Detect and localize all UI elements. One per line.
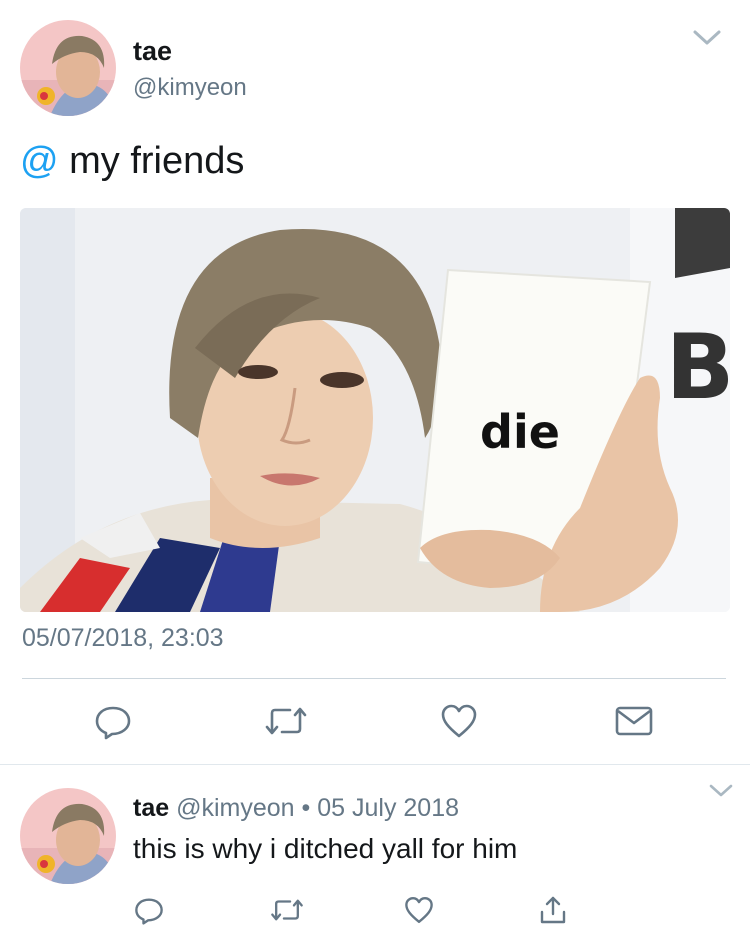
author-name[interactable]: tae: [133, 36, 172, 67]
like-icon[interactable]: [440, 702, 478, 740]
reply-header: tae @kimyeon • 05 July 2018: [133, 794, 459, 823]
media-caption: die: [480, 405, 560, 459]
author-avatar[interactable]: [20, 20, 116, 116]
divider: [0, 764, 750, 765]
reply-icon[interactable]: [94, 702, 132, 740]
reply-author-name[interactable]: tae: [133, 794, 169, 822]
mention-link[interactable]: @: [20, 140, 59, 182]
share-icon[interactable]: [538, 895, 568, 925]
divider: [22, 678, 726, 679]
author-handle[interactable]: @kimyeon: [133, 74, 247, 102]
reply-author-avatar[interactable]: [20, 788, 116, 884]
media-logo: B: [666, 315, 730, 420]
reply-author-handle[interactable]: @kimyeon: [176, 794, 294, 822]
reply-date[interactable]: 05 July 2018: [317, 794, 459, 822]
tweet-text: @ my friends: [20, 140, 244, 183]
tweet-text-body: my friends: [58, 140, 245, 182]
reply-text: this is why i ditched yall for him: [133, 833, 518, 864]
chevron-down-icon[interactable]: [708, 783, 734, 799]
like-icon[interactable]: [404, 895, 434, 925]
retweet-icon[interactable]: [270, 895, 304, 925]
reply-icon[interactable]: [134, 895, 164, 925]
retweet-icon[interactable]: [264, 702, 308, 740]
reply-separator: •: [301, 794, 311, 822]
tweet-media-image[interactable]: die B: [20, 208, 730, 612]
message-icon[interactable]: [614, 702, 654, 740]
chevron-down-icon[interactable]: [692, 28, 722, 48]
tweet-timestamp[interactable]: 05/07/2018, 23:03: [22, 624, 224, 653]
